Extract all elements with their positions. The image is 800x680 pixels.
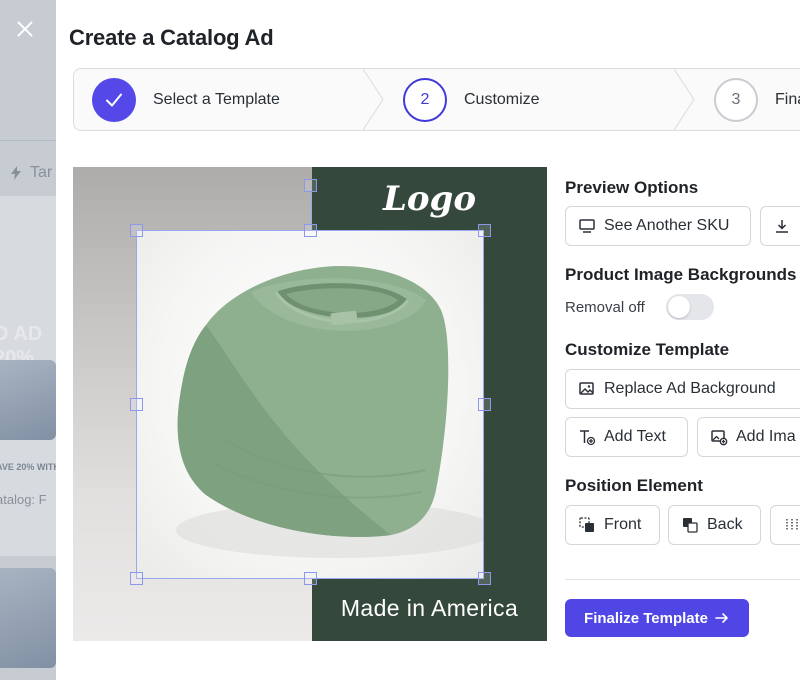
back-label: Back	[707, 516, 743, 533]
removal-toggle-label: Removal off	[565, 299, 645, 316]
toggle-knob	[668, 296, 690, 318]
resize-handle-logo[interactable]	[304, 179, 317, 192]
resize-handle-left[interactable]	[130, 398, 143, 411]
bring-front-icon	[579, 517, 594, 532]
resize-handle-right[interactable]	[478, 398, 491, 411]
align-button[interactable]	[770, 505, 800, 545]
image-replace-icon	[579, 382, 594, 395]
ad-canvas[interactable]: Logo Made in America	[73, 167, 547, 641]
footer-text[interactable]: Made in America	[312, 595, 547, 622]
add-image-label: Add Ima	[736, 428, 796, 445]
export-button[interactable]: E	[760, 206, 800, 246]
step-select-template[interactable]: Select a Template	[92, 69, 280, 130]
chevron-right-icon	[363, 69, 384, 130]
step-label: Customize	[464, 90, 540, 108]
preview-options-title: Preview Options	[565, 178, 699, 197]
add-text-label: Add Text	[604, 428, 666, 445]
background-divider	[0, 140, 56, 141]
resize-handle-bottom-left[interactable]	[130, 572, 143, 585]
send-back-icon	[683, 518, 698, 533]
modal-title: Create a Catalog Ad	[69, 25, 274, 50]
background-removal-toggle[interactable]	[666, 294, 714, 320]
panel-divider	[565, 579, 800, 580]
step-label: Select a Template	[153, 90, 280, 108]
arrow-right-icon	[715, 613, 728, 623]
monitor-icon	[579, 219, 595, 233]
step-number: 3	[714, 77, 758, 122]
add-image-icon	[711, 430, 728, 446]
send-to-back-button[interactable]: Back	[668, 505, 761, 545]
front-label: Front	[604, 516, 642, 533]
finalize-template-button[interactable]: Finalize Template	[565, 599, 749, 637]
background-tab-label: Tar	[30, 164, 53, 181]
step-number: 2	[403, 77, 447, 122]
chevron-right-icon	[674, 69, 695, 130]
create-catalog-ad-modal: Create a Catalog Ad Select a Template 2 …	[56, 0, 800, 680]
see-another-sku-button[interactable]: See Another SKU	[565, 206, 751, 246]
close-icon[interactable]	[14, 18, 36, 40]
resize-handle-bottom[interactable]	[304, 572, 317, 585]
add-text-button[interactable]: Add Text	[565, 417, 688, 457]
logo-text[interactable]: Logo	[312, 179, 547, 219]
step-label: Fina	[775, 90, 800, 108]
resize-handle-top[interactable]	[304, 224, 317, 237]
resize-handle-top-right[interactable]	[478, 224, 491, 237]
finalize-template-label: Finalize Template	[584, 609, 708, 627]
customize-template-title: Customize Template	[565, 340, 730, 359]
lightning-icon	[11, 166, 21, 180]
resize-handle-bottom-right[interactable]	[478, 572, 491, 585]
align-grid-icon	[786, 519, 798, 531]
add-image-button[interactable]: Add Ima	[697, 417, 800, 457]
check-icon	[92, 77, 136, 122]
product-image-backgrounds-title: Product Image Backgrounds	[565, 265, 797, 284]
background-shirt-image	[0, 360, 56, 440]
replace-ad-background-label: Replace Ad Background	[604, 380, 776, 397]
background-catalog-text: atalog: F	[0, 492, 47, 507]
resize-handle-top-left[interactable]	[130, 224, 143, 237]
bring-to-front-button[interactable]: Front	[565, 505, 660, 545]
position-element-title: Position Element	[565, 476, 703, 495]
background-save-text: AVE 20% WITH CO	[0, 462, 56, 472]
selection-box	[136, 230, 484, 579]
background-tab: Tar	[8, 164, 52, 182]
step-customize[interactable]: 2 Customize	[403, 69, 540, 130]
see-another-sku-label: See Another SKU	[604, 217, 730, 234]
stepper: Select a Template 2 Customize 3 Fina	[73, 68, 800, 131]
step-finalize[interactable]: 3 Fina	[714, 69, 800, 130]
background-shirt-image-2	[0, 568, 56, 668]
background-page: Tar D AD 20% AVE 20% WITH CO atalog: F	[0, 0, 56, 680]
replace-ad-background-button[interactable]: Replace Ad Background	[565, 369, 800, 409]
add-text-icon	[580, 430, 596, 446]
download-icon	[776, 220, 788, 233]
